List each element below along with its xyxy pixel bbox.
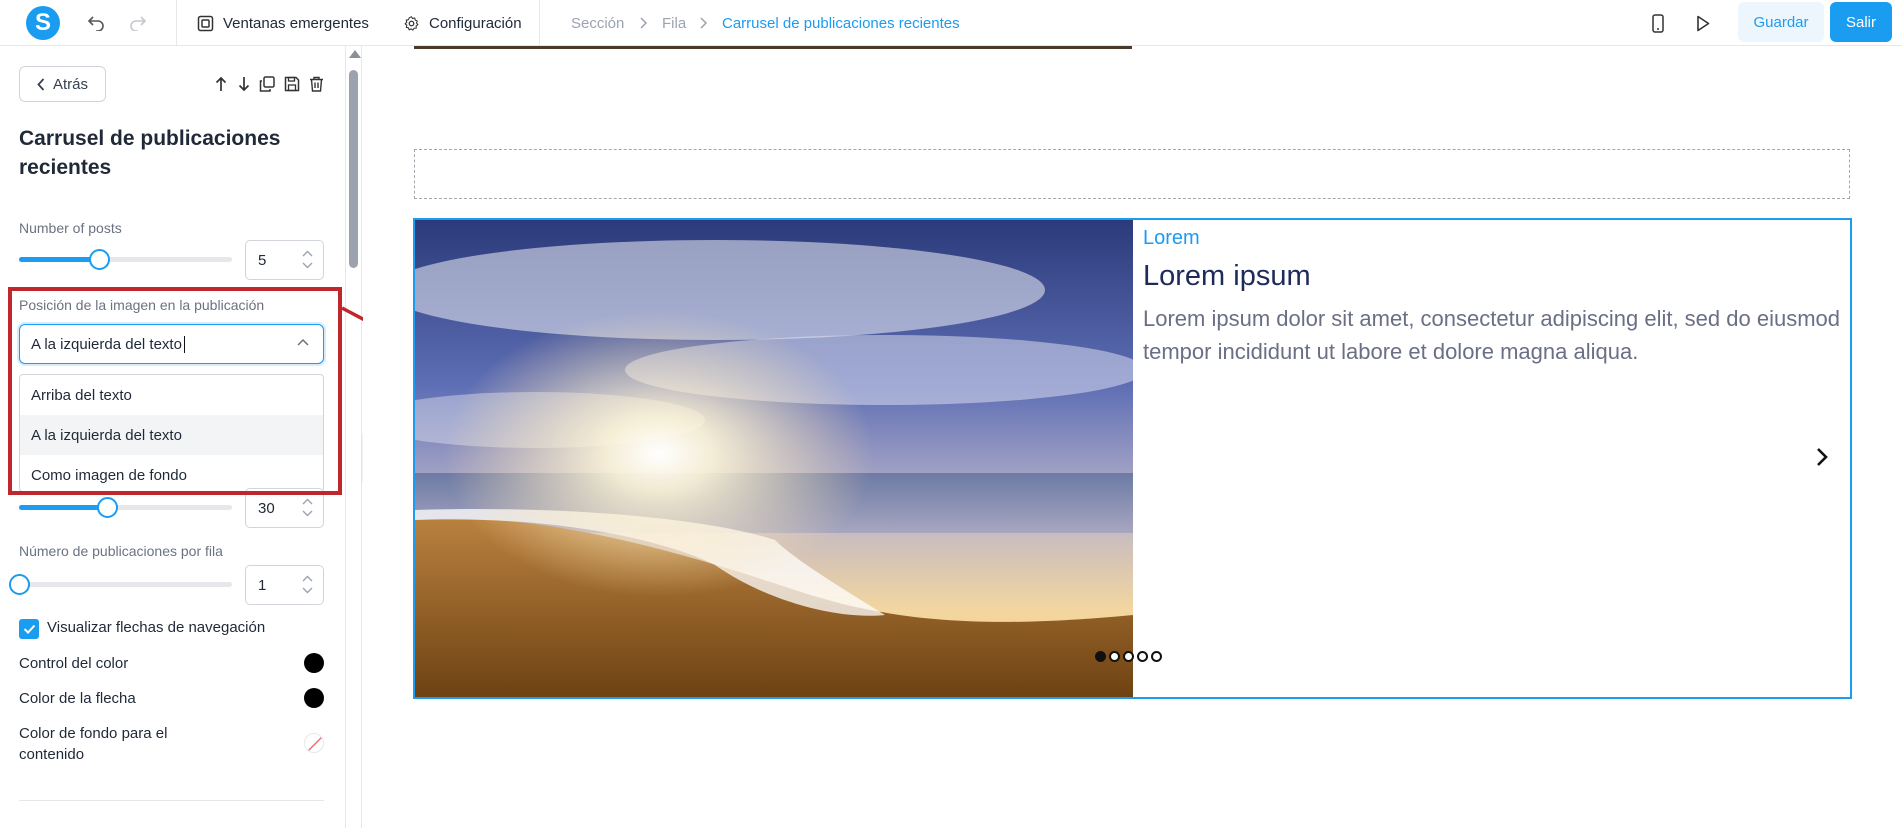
pagination-dot[interactable] — [1109, 651, 1120, 662]
post-title[interactable]: Lorem ipsum — [1143, 260, 1311, 293]
control-color-swatch[interactable] — [304, 653, 324, 673]
redo-icon[interactable] — [125, 10, 151, 36]
popup-icon — [197, 15, 214, 31]
stepper-icon[interactable] — [302, 250, 313, 269]
save-button[interactable]: Guardar — [1738, 2, 1824, 42]
move-up-icon[interactable] — [211, 74, 231, 94]
settings-button[interactable]: Configuración — [403, 0, 522, 46]
arrow-color-label: Color de la flecha — [19, 690, 136, 707]
settings-label: Configuración — [429, 14, 522, 32]
nav-arrows-label: Visualizar flechas de navegación — [47, 619, 266, 636]
post-image-beach-sunset — [415, 220, 1133, 697]
pagination-dot[interactable] — [1095, 651, 1106, 662]
carousel-pagination — [1095, 651, 1162, 662]
top-toolbar: S Ventanas emergentes Configuración Secc… — [0, 0, 1902, 46]
check-icon — [23, 624, 35, 634]
content-bg-color-label: Color de fondo para el contenido — [19, 725, 168, 763]
play-preview-icon[interactable] — [1690, 10, 1716, 36]
gear-icon — [404, 15, 419, 31]
popups-label: Ventanas emergentes — [223, 14, 369, 32]
image-width-slider[interactable] — [19, 497, 232, 518]
stepper-icon[interactable] — [302, 575, 313, 594]
mobile-preview-icon[interactable] — [1645, 10, 1671, 36]
breadcrumb-row[interactable]: Fila — [662, 0, 686, 46]
breadcrumb-section[interactable]: Sección — [571, 0, 624, 46]
nav-arrows-checkbox[interactable] — [19, 619, 39, 639]
slider-handle[interactable] — [89, 249, 110, 270]
control-color-label: Control del color — [19, 655, 129, 672]
app-logo[interactable]: S — [26, 6, 60, 40]
undo-icon[interactable] — [83, 10, 109, 36]
duplicate-icon[interactable] — [257, 74, 277, 94]
posts-per-row-input[interactable]: 1 — [245, 565, 324, 605]
number-of-posts-slider[interactable] — [19, 249, 232, 270]
chevron-right-icon — [700, 0, 708, 46]
post-category[interactable]: Lorem — [1143, 227, 1200, 250]
slider-handle[interactable] — [9, 574, 30, 595]
number-of-posts-input[interactable]: 5 — [245, 240, 324, 280]
scroll-up-arrow-icon[interactable] — [349, 50, 361, 58]
posts-per-row-value: 1 — [258, 576, 267, 594]
number-of-posts-value: 5 — [258, 251, 267, 269]
back-label: Atrás — [52, 75, 88, 93]
annotation-highlight-box — [8, 287, 342, 495]
slider-handle[interactable] — [97, 497, 118, 518]
recent-posts-carousel[interactable]: Lorem Lorem ipsum Lorem ipsum dolor sit … — [413, 218, 1852, 699]
posts-per-row-slider[interactable] — [9, 574, 232, 595]
save-block-icon[interactable] — [282, 74, 302, 94]
image-width-value: 30 — [258, 499, 275, 517]
posts-per-row-label: Número de publicaciones por fila — [19, 543, 223, 559]
sidebar-divider — [19, 800, 324, 801]
post-excerpt: Lorem ipsum dolor sit amet, consectetur … — [1143, 306, 1841, 364]
chevron-right-icon — [640, 0, 648, 46]
empty-block-placeholder[interactable] — [414, 149, 1850, 199]
chevron-right-icon[interactable] — [1815, 446, 1829, 468]
exit-button[interactable]: Salir — [1830, 2, 1892, 42]
move-down-icon[interactable] — [234, 74, 254, 94]
number-of-posts-label: Number of posts — [19, 220, 122, 236]
trash-icon[interactable] — [306, 74, 326, 94]
scrollbar-thumb[interactable] — [349, 70, 358, 268]
breadcrumb-current: Carrusel de publicaciones recientes — [722, 14, 960, 32]
back-button[interactable]: Atrás — [19, 66, 106, 102]
panel-title: Carrusel de publicaciones recientes — [19, 127, 281, 179]
pagination-dot[interactable] — [1137, 651, 1148, 662]
pagination-dot[interactable] — [1151, 651, 1162, 662]
arrow-color-swatch[interactable] — [304, 688, 324, 708]
popups-button[interactable]: Ventanas emergentes — [197, 0, 369, 46]
stepper-icon[interactable] — [302, 498, 313, 517]
chevron-left-icon — [37, 77, 45, 91]
pagination-dot[interactable] — [1123, 651, 1134, 662]
no-color-swatch-icon[interactable] — [304, 733, 324, 753]
previous-block-image-edge — [414, 46, 1132, 49]
